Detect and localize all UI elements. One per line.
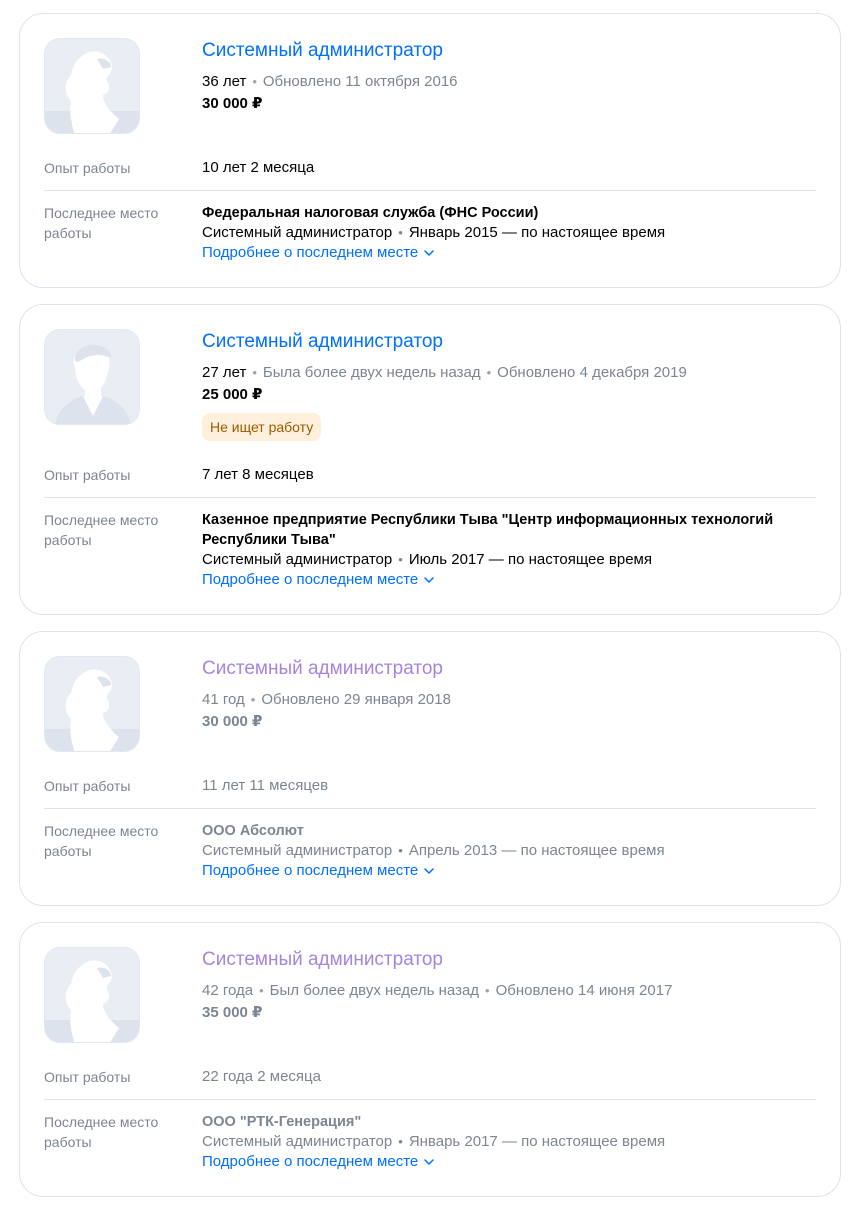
resume-meta: 27 лет • Была более двух недель назад • Обно… (202, 364, 687, 381)
experience-value: 11 лет 11 месяцев (202, 777, 329, 794)
resume-card[interactable]: Системный администратор 36 лет • Обновлено… (19, 13, 841, 288)
resume-meta: 41 год • Обновлено 29 января 2018 (202, 691, 451, 708)
last-job-label: Последнее место работы (44, 512, 159, 548)
chevron-down-icon (424, 577, 435, 583)
divider (44, 497, 816, 498)
person-with-suit-icon (55, 344, 131, 424)
more-about-last-job-link[interactable]: Подробнее о последнем месте (202, 570, 435, 590)
resume-title-link[interactable]: Системный администратор (202, 330, 443, 354)
person-silhouette-icon (45, 669, 139, 751)
position-line: Системный администратор • Январь 2015 — по… (202, 224, 666, 241)
position: Системный администратор (202, 551, 393, 568)
last-job-label: Последнее место работы (44, 1114, 159, 1150)
chevron-down-icon (424, 868, 435, 874)
age: 41 год (202, 691, 245, 708)
avatar-placeholder (44, 329, 140, 425)
avatar-placeholder (44, 947, 140, 1043)
more-label: Подробнее о последнем месте (202, 244, 419, 261)
salary: 35 000 ₽ (202, 1004, 263, 1021)
age: 36 лет (202, 73, 247, 90)
position: Системный администратор (202, 842, 393, 859)
updated-date: Обновлено 11 октября 2016 (262, 73, 458, 90)
position: Системный администратор (202, 1133, 393, 1150)
period: Январь 2015 — по настоящее время (408, 224, 666, 241)
divider (44, 808, 816, 809)
period: Январь 2017 — по настоящее время (408, 1133, 666, 1150)
experience-label: Опыт работы (44, 160, 131, 176)
more-label: Подробнее о последнем месте (202, 571, 419, 588)
more-about-last-job-link[interactable]: Подробнее о последнем месте (202, 243, 435, 263)
last-seen: Была более двух недель назад (262, 364, 481, 381)
updated-date: Обновлено 4 декабря 2019 (497, 364, 687, 381)
experience-label: Опыт работы (44, 1069, 131, 1085)
resume-card[interactable]: Системный администратор 42 года • Был боле… (19, 922, 841, 1197)
salary: 25 000 ₽ (202, 386, 263, 403)
last-seen: Был более двух недель назад (269, 982, 480, 999)
divider (44, 190, 816, 191)
avatar-placeholder (44, 38, 140, 134)
last-job-label: Последнее место работы (44, 205, 159, 241)
resume-title-link[interactable]: Системный администратор (202, 948, 443, 972)
avatar-placeholder (44, 656, 140, 752)
divider (44, 1099, 816, 1100)
resume-card[interactable]: Системный администратор 27 лет • Была боле… (19, 304, 841, 615)
salary: 30 000 ₽ (202, 713, 263, 730)
experience-label: Опыт работы (44, 467, 131, 483)
not-looking-badge: Не ищет работу (202, 413, 322, 441)
person-silhouette-icon (45, 960, 139, 1042)
more-about-last-job-link[interactable]: Подробнее о последнем месте (202, 1152, 435, 1172)
experience-value: 22 года 2 месяца (202, 1068, 321, 1085)
period: Июль 2017 — по настоящее время (408, 551, 652, 568)
company-name: Федеральная налоговая служба (ФНС России… (202, 205, 539, 221)
resume-card[interactable]: Системный администратор 41 год • Обновлено… (19, 631, 841, 906)
resume-title-link[interactable]: Системный администратор (202, 657, 443, 681)
salary: 30 000 ₽ (202, 95, 263, 112)
experience-value: 10 лет 2 месяца (202, 159, 315, 176)
position-line: Системный администратор • Январь 2017 — по… (202, 1133, 666, 1150)
last-job-label: Последнее место работы (44, 823, 159, 859)
position-line: Системный администратор • Июль 2017 — по н… (202, 551, 652, 568)
experience-value: 7 лет 8 месяцев (202, 466, 314, 483)
chevron-down-icon (424, 1159, 435, 1165)
age: 42 года (202, 982, 254, 999)
company-name: Казенное предприятие Республики Тыва "Це… (202, 512, 774, 548)
resume-meta: 42 года • Был более двух недель назад • Обно… (202, 982, 673, 999)
more-about-last-job-link[interactable]: Подробнее о последнем месте (202, 861, 435, 881)
updated-date: Обновлено 29 января 2018 (261, 691, 451, 708)
updated-date: Обновлено 14 июня 2017 (495, 982, 673, 999)
more-label: Подробнее о последнем месте (202, 862, 419, 879)
chevron-down-icon (424, 250, 435, 256)
person-silhouette-icon (45, 51, 139, 133)
resume-title-link[interactable]: Системный администратор (202, 39, 443, 63)
position-line: Системный администратор • Апрель 2013 — по… (202, 842, 665, 859)
company-name: ООО Абсолют (202, 823, 304, 839)
experience-label: Опыт работы (44, 778, 131, 794)
resume-meta: 36 лет • Обновлено 11 октября 2016 (202, 73, 458, 90)
company-name: ООО "РТК-Генерация" (202, 1114, 362, 1130)
period: Апрель 2013 — по настоящее время (408, 842, 665, 859)
age: 27 лет (202, 364, 247, 381)
position: Системный администратор (202, 224, 393, 241)
more-label: Подробнее о последнем месте (202, 1153, 419, 1170)
